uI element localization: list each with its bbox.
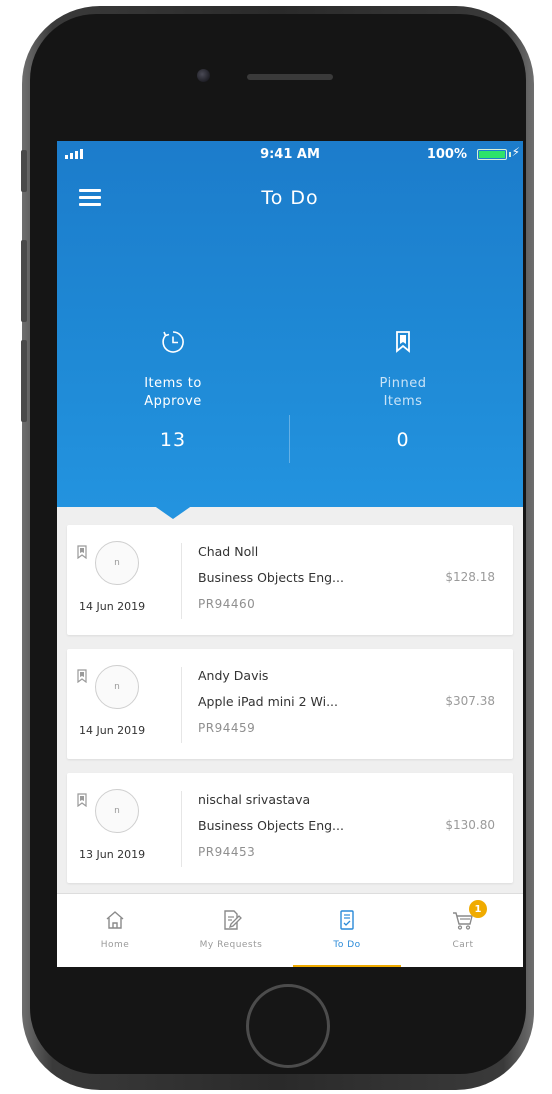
tab-bar: Home My Requests To Do 1 Cart [57, 893, 523, 967]
avatar: n [95, 541, 139, 585]
pin-bookmark-icon[interactable] [77, 545, 87, 559]
bookmark-icon [396, 331, 410, 353]
avatar: n [95, 665, 139, 709]
cart-count-badge: 1 [469, 900, 487, 918]
home-button[interactable] [246, 984, 330, 1068]
list-item[interactable]: n 14 Jun 2019 Andy Davis Apple iPad mini… [67, 649, 513, 759]
stat-divider [289, 415, 290, 463]
item-date: 14 Jun 2019 [79, 600, 146, 613]
selected-tile-pointer [153, 505, 193, 519]
front-camera [197, 69, 210, 82]
active-tab-indicator [293, 965, 401, 967]
tab-home-label: Home [100, 940, 130, 950]
item-amount: $130.80 [445, 818, 495, 832]
approve-count: 13 [159, 429, 187, 451]
mute-switch [21, 150, 27, 192]
pinned-items-tile[interactable]: Pinned Items 0 [303, 329, 503, 451]
item-description: Apple iPad mini 2 Wi... [198, 694, 338, 709]
tab-cart[interactable]: 1 Cart [405, 894, 521, 967]
status-bar: 9:41 AM 100% ⚡ [57, 141, 523, 169]
item-id: PR94459 [198, 721, 256, 735]
item-requester: Chad Noll [198, 544, 259, 559]
tab-to-do[interactable]: To Do [289, 894, 405, 967]
tab-my-requests-label: My Requests [199, 940, 263, 950]
page-title: To Do [261, 187, 319, 209]
clock-icon [162, 331, 184, 353]
card-separator [181, 791, 182, 867]
tab-home[interactable]: Home [57, 894, 173, 967]
list-item[interactable]: n 14 Jun 2019 Chad Noll Business Objects… [67, 525, 513, 635]
item-id: PR94453 [198, 845, 256, 859]
pinned-count: 0 [396, 429, 410, 451]
item-date: 14 Jun 2019 [79, 724, 146, 737]
earpiece-speaker [247, 74, 333, 80]
tab-to-do-label: To Do [333, 940, 361, 950]
screen: 9:41 AM 100% ⚡ To Do Items to Approve 13 [57, 141, 523, 967]
avatar: n [95, 789, 139, 833]
volume-down-button [21, 340, 27, 422]
header: 9:41 AM 100% ⚡ To Do Items to Approve 13 [57, 141, 523, 507]
item-requester: nischal srivastava [198, 792, 311, 807]
home-icon [106, 911, 124, 929]
pin-bookmark-icon[interactable] [77, 669, 87, 683]
card-separator [181, 543, 182, 619]
item-requester: Andy Davis [198, 668, 269, 683]
pinned-label-line2: Items [383, 394, 423, 409]
battery-icon [477, 149, 507, 160]
tab-cart-label: Cart [452, 940, 474, 950]
list-item[interactable]: n 13 Jun 2019 nischal srivastava Busines… [67, 773, 513, 883]
edit-icon [224, 910, 242, 930]
battery-percent: 100% [426, 147, 467, 162]
checklist-icon [340, 910, 354, 930]
item-amount: $307.38 [445, 694, 495, 708]
items-to-approve-tile[interactable]: Items to Approve 13 [73, 329, 273, 451]
item-description: Business Objects Eng... [198, 818, 344, 833]
charging-icon: ⚡ [511, 145, 520, 159]
item-id: PR94460 [198, 597, 256, 611]
volume-up-button [21, 240, 27, 322]
tab-my-requests[interactable]: My Requests [173, 894, 289, 967]
pin-bookmark-icon[interactable] [77, 793, 87, 807]
item-amount: $128.18 [445, 570, 495, 584]
item-date: 13 Jun 2019 [79, 848, 146, 861]
approve-label-line1: Items to [144, 376, 202, 391]
approve-label-line2: Approve [144, 394, 202, 409]
pinned-label-line1: Pinned [379, 376, 427, 391]
card-separator [181, 667, 182, 743]
item-description: Business Objects Eng... [198, 570, 344, 585]
